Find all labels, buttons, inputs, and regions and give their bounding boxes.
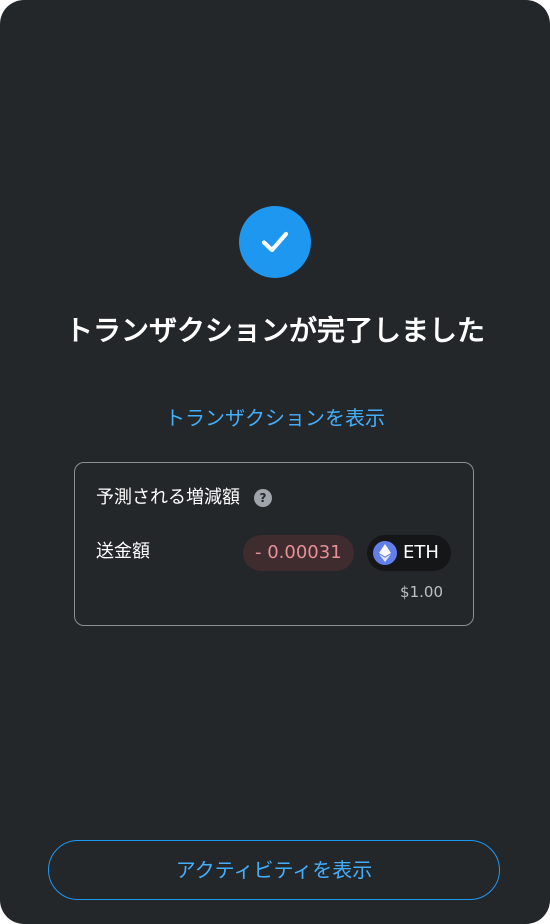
amount-change-badge: - 0.00031 [243, 535, 354, 571]
ethereum-icon [373, 541, 397, 565]
view-transaction-link[interactable]: トランザクションを表示 [60, 403, 490, 433]
estimated-changes-title: 予測される増減額 [96, 487, 240, 508]
question-mark-icon[interactable]: ? [254, 489, 272, 507]
send-amount-label: 送金額 [96, 541, 150, 562]
ethereum-diamond-icon [379, 544, 391, 562]
success-checkmark-icon [239, 206, 311, 278]
estimated-changes-card: 予測される増減額 ? 送金額 - 0.00031 ETH $1.00 [74, 462, 474, 626]
view-activity-button[interactable]: アクティビティを表示 [48, 840, 500, 900]
estimated-changes-header: 予測される増減額 ? [96, 485, 272, 511]
token-pill[interactable]: ETH [367, 535, 451, 571]
fiat-value: $1.00 [400, 583, 443, 601]
transaction-complete-panel: トランザクションが完了しました トランザクションを表示 予測される増減額 ? 送… [0, 0, 550, 924]
page-title: トランザクションが完了しました [64, 314, 485, 347]
token-symbol: ETH [403, 542, 439, 563]
checkmark-icon [261, 231, 289, 253]
